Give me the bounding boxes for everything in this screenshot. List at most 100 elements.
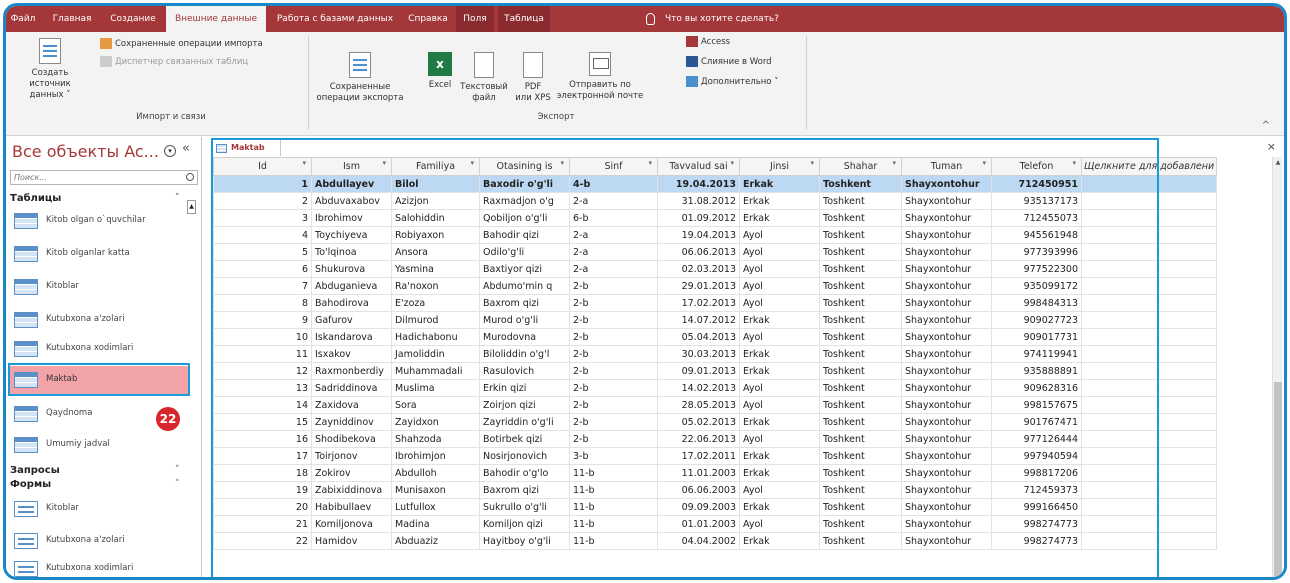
table-cell[interactable]: 11.01.2003 bbox=[657, 464, 740, 482]
nav-table-item[interactable]: Kitob olgan o`quvchilar bbox=[10, 207, 190, 235]
table-cell[interactable]: 2-b bbox=[569, 294, 658, 312]
table-cell[interactable]: Erkak bbox=[739, 413, 820, 431]
table-cell[interactable]: 998274773 bbox=[991, 532, 1082, 550]
table-cell[interactable]: Erkak bbox=[739, 209, 820, 227]
table-row[interactable]: 7 Abduganieva Ra'noxon Abdumo'min q 2-b 29.01… bbox=[213, 277, 1218, 295]
sort-dropdown-icon[interactable]: ▾ bbox=[382, 159, 386, 167]
table-cell[interactable] bbox=[1080, 192, 1218, 210]
table-cell[interactable]: Komiljonova bbox=[311, 515, 392, 533]
table-cell[interactable]: 29.01.2013 bbox=[657, 277, 740, 295]
table-cell[interactable]: 1 bbox=[213, 175, 312, 193]
table-cell[interactable] bbox=[1080, 464, 1218, 482]
table-cell[interactable]: 998274773 bbox=[991, 515, 1082, 533]
table-cell[interactable]: 22.06.2013 bbox=[657, 430, 740, 448]
table-cell[interactable]: 4 bbox=[213, 226, 312, 244]
tab-create[interactable]: Создание bbox=[104, 6, 162, 32]
table-cell[interactable]: 19.04.2013 bbox=[657, 226, 740, 244]
table-cell[interactable]: Ayol bbox=[739, 515, 820, 533]
table-cell[interactable]: 998484313 bbox=[991, 294, 1082, 312]
table-cell[interactable]: 17.02.2011 bbox=[657, 447, 740, 465]
table-cell[interactable]: 14 bbox=[213, 396, 312, 414]
table-cell[interactable]: To'lqinoa bbox=[311, 243, 392, 261]
tab-external-data[interactable]: Внешние данные bbox=[166, 6, 266, 32]
table-cell[interactable]: E'zoza bbox=[391, 294, 480, 312]
table-cell[interactable]: Toshkent bbox=[819, 379, 902, 397]
nav-search-input[interactable]: Поиск... bbox=[10, 170, 198, 185]
table-cell[interactable]: 19.04.2013 bbox=[657, 175, 740, 193]
table-cell[interactable]: Madina bbox=[391, 515, 480, 533]
table-cell[interactable]: 04.04.2002 bbox=[657, 532, 740, 550]
table-cell[interactable]: 17.02.2013 bbox=[657, 294, 740, 312]
table-cell[interactable]: Abdumo'min q bbox=[479, 277, 570, 295]
table-row[interactable]: 15 Zayniddinov Zayidxon Zayriddin o'g'li 2-b… bbox=[213, 413, 1218, 431]
table-cell[interactable]: 977522300 bbox=[991, 260, 1082, 278]
table-cell[interactable]: Ibrohimjon bbox=[391, 447, 480, 465]
table-cell[interactable]: 05.04.2013 bbox=[657, 328, 740, 346]
table-cell[interactable]: 09.09.2003 bbox=[657, 498, 740, 516]
pdf-export-button[interactable]: PDF или XPS bbox=[512, 52, 554, 104]
table-cell[interactable]: Baxtiyor qizi bbox=[479, 260, 570, 278]
table-cell[interactable]: 998817206 bbox=[991, 464, 1082, 482]
table-cell[interactable]: Jamoliddin bbox=[391, 345, 480, 363]
table-cell[interactable]: Toshkent bbox=[819, 226, 902, 244]
table-cell[interactable]: Ayol bbox=[739, 379, 820, 397]
tab-file[interactable]: Файл bbox=[6, 6, 40, 32]
table-cell[interactable]: 2-a bbox=[569, 243, 658, 261]
table-cell[interactable]: Raxmadjon o'g bbox=[479, 192, 570, 210]
table-row[interactable]: 1 Abdullayev Bilol Baxodir o'g'li 4-b 19.04.2… bbox=[213, 175, 1218, 193]
table-cell[interactable]: Komiljon qizi bbox=[479, 515, 570, 533]
table-cell[interactable]: Hamidov bbox=[311, 532, 392, 550]
saved-exports-button[interactable]: Сохраненные операции экспорта bbox=[314, 52, 406, 104]
table-cell[interactable]: Erkak bbox=[739, 175, 820, 193]
table-cell[interactable]: 712459373 bbox=[991, 481, 1082, 499]
table-cell[interactable]: 22 bbox=[213, 532, 312, 550]
table-cell[interactable] bbox=[1080, 294, 1218, 312]
table-cell[interactable]: 935888891 bbox=[991, 362, 1082, 380]
table-row[interactable]: 12 Raxmonberdiy Muhammadali Rasulovich 2-b 09… bbox=[213, 362, 1218, 380]
table-cell[interactable]: 11 bbox=[213, 345, 312, 363]
table-row[interactable]: 6 Shukurova Yasmina Baxtiyor qizi 2-a 02.03.2… bbox=[213, 260, 1218, 278]
table-cell[interactable]: Sora bbox=[391, 396, 480, 414]
table-row[interactable]: 13 Sadriddinova Muslima Erkin qizi 2-b 14.02.… bbox=[213, 379, 1218, 397]
access-export-button[interactable]: Access bbox=[686, 36, 730, 48]
table-cell[interactable]: Toshkent bbox=[819, 311, 902, 329]
table-cell[interactable]: Bahodirova bbox=[311, 294, 392, 312]
table-cell[interactable]: Shayxontohur bbox=[901, 396, 992, 414]
table-cell[interactable]: Hadichabonu bbox=[391, 328, 480, 346]
table-cell[interactable]: 02.03.2013 bbox=[657, 260, 740, 278]
table-cell[interactable]: 11-b bbox=[569, 515, 658, 533]
nav-form-item[interactable]: Kitoblar bbox=[10, 495, 190, 523]
table-cell[interactable]: Shayxontohur bbox=[901, 379, 992, 397]
sort-dropdown-icon[interactable]: ▾ bbox=[810, 159, 814, 167]
column-header[interactable]: Tavvalud sai ▾ bbox=[657, 157, 740, 176]
column-header[interactable]: Telefon ▾ bbox=[991, 157, 1082, 176]
table-cell[interactable]: 20 bbox=[213, 498, 312, 516]
table-cell[interactable]: Toshkent bbox=[819, 447, 902, 465]
table-cell[interactable]: 909628316 bbox=[991, 379, 1082, 397]
table-cell[interactable]: Abduaziz bbox=[391, 532, 480, 550]
table-cell[interactable]: Shayxontohur bbox=[901, 175, 992, 193]
nav-dropdown-icon[interactable]: ▾ bbox=[164, 145, 176, 157]
table-cell[interactable]: 6 bbox=[213, 260, 312, 278]
section-forms[interactable]: Формы ˄ bbox=[10, 479, 180, 490]
table-cell[interactable]: 06.06.2003 bbox=[657, 481, 740, 499]
table-cell[interactable]: Shayxontohur bbox=[901, 362, 992, 380]
excel-export-button[interactable]: x Excel bbox=[424, 52, 456, 91]
section-queries[interactable]: Запросы ˅ bbox=[10, 465, 180, 476]
table-cell[interactable]: Ayol bbox=[739, 260, 820, 278]
column-header[interactable]: Jinsi ▾ bbox=[739, 157, 820, 176]
table-cell[interactable]: Toshkent bbox=[819, 328, 902, 346]
table-cell[interactable]: Toshkent bbox=[819, 464, 902, 482]
table-cell[interactable]: 2-b bbox=[569, 345, 658, 363]
table-cell[interactable]: Shukurova bbox=[311, 260, 392, 278]
table-cell[interactable]: Erkak bbox=[739, 311, 820, 329]
column-header[interactable]: Sinf ▾ bbox=[569, 157, 658, 176]
table-cell[interactable]: 2 bbox=[213, 192, 312, 210]
table-cell[interactable]: Nosirjonovich bbox=[479, 447, 570, 465]
table-cell[interactable]: Shayxontohur bbox=[901, 277, 992, 295]
table-cell[interactable]: Salohiddin bbox=[391, 209, 480, 227]
table-row[interactable]: 18 Zokirov Abdulloh Bahodir o'g'lo 11-b 11.01… bbox=[213, 464, 1218, 482]
nav-form-item[interactable]: Kutubxona xodimlari bbox=[10, 555, 190, 577]
email-export-button[interactable]: Отправить по электронной почте bbox=[554, 52, 646, 102]
table-cell[interactable]: 14.02.2013 bbox=[657, 379, 740, 397]
